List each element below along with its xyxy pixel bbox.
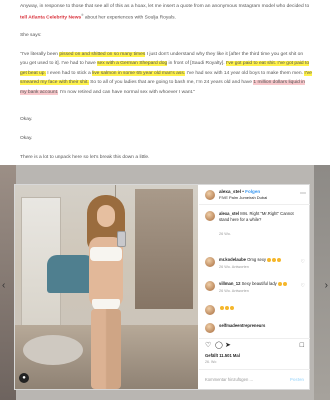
likes-count[interactable]: Gefällt 11.501 Mal [205, 353, 240, 358]
comment-icon[interactable]: ◯ [215, 342, 223, 350]
emoji-icon [282, 281, 287, 286]
post-photo[interactable]: ● [15, 185, 198, 389]
comment-meta: 26 Wo. [219, 232, 231, 236]
figure-top [90, 247, 122, 261]
comment-username[interactable]: alexa_stel [219, 211, 239, 216]
follow-button[interactable]: Folgen [245, 189, 260, 194]
photo-rug [23, 335, 83, 365]
bookmark-icon[interactable]: □ [300, 342, 304, 350]
emoji-icon [277, 281, 282, 286]
tag-person-icon[interactable]: ● [19, 373, 29, 383]
article-paragraph-okay-2: Okay. [20, 136, 33, 141]
chevron-right-icon[interactable]: › [325, 280, 328, 291]
quote-text: I'm now retired and can have normal sex … [58, 89, 196, 95]
avatar[interactable] [205, 190, 215, 200]
article-paragraph-unpack: There is a lot to unpack here so let's b… [20, 155, 150, 160]
avatar[interactable] [205, 305, 215, 315]
comments-list: alexa_stel Mrs. Right "Mr.Right" Cannot … [199, 207, 310, 337]
post-header: alexa_stel • Folgen FIVE Palm Jumeirah D… [199, 185, 310, 205]
figure-face [97, 205, 115, 227]
comment-username[interactable]: mr.kodelaube [219, 257, 246, 262]
comment-text: villman_12 Sexy beautiful lady [219, 281, 299, 287]
emoji-icon [272, 257, 277, 262]
article-paragraph-okay-1: Okay. [20, 117, 33, 122]
comment-heart-icon[interactable]: ♡ [301, 283, 305, 289]
emoji-icon [230, 305, 234, 310]
article-quote: "I've literally been pissed on and shitt… [20, 50, 312, 97]
comment-text [219, 305, 299, 311]
comment-username[interactable]: selfmadeentrepreneurs [219, 323, 265, 328]
article-paragraph-2: She says: [20, 33, 42, 38]
avatar[interactable] [205, 281, 215, 291]
add-comment-bar: Kommentar hinzufügen ... Posten [199, 369, 310, 389]
post-location[interactable]: FIVE Palm Jumeirah Dubai [219, 195, 267, 200]
highlighted-text: live salmon in some 65 year old man's as… [92, 70, 186, 76]
comment-text: selfmadeentrepreneurs [219, 323, 299, 329]
post-date: 26. Wo [205, 360, 217, 364]
comment-body: Omg sexy [247, 257, 267, 262]
chevron-left-icon[interactable]: ‹ [2, 280, 5, 291]
paragraph-text: Anyway, in response to those that see al… [20, 4, 310, 9]
figure-legs [91, 309, 121, 389]
comment-body: Sexy beautiful lady [241, 281, 277, 286]
avatar[interactable] [205, 257, 215, 267]
source-link[interactable]: tell Atlanta Celebrity News [20, 16, 81, 21]
comment-meta: 26 Wo. Antworten [219, 265, 249, 269]
heart-icon[interactable]: ♡ [205, 342, 211, 350]
quote-text: I even had to stick a [45, 70, 93, 76]
avatar[interactable] [205, 211, 215, 221]
photo-mirror [135, 189, 193, 309]
figure-phone [117, 231, 126, 247]
paragraph-text: about her experiences with Soulja Royals… [83, 16, 176, 22]
instagram-embed: ● alexa_stel • Folgen FIVE Palm Jumeirah… [14, 184, 310, 390]
quote-text: So to all of you ladies that are going t… [88, 80, 254, 86]
emoji-icon [225, 305, 229, 310]
more-icon[interactable]: ⋯ [300, 190, 306, 197]
post-comment-button[interactable]: Posten [290, 377, 304, 382]
avatar[interactable] [205, 323, 215, 333]
article-paragraph-1: Anyway, in response to those that see al… [20, 2, 312, 23]
photo-figure [75, 195, 139, 389]
emoji-icon [267, 257, 272, 262]
share-icon[interactable]: ➤ [225, 342, 231, 350]
comment-text: alexa_stel Mrs. Right "Mr.Right" Cannot … [219, 211, 299, 223]
highlighted-text: pissed on and shitted on so many times [59, 52, 146, 57]
emoji-icon [277, 257, 282, 262]
highlighted-text: sex with a German Shepard dog [97, 61, 168, 67]
comment-text: mr.kodelaube Omg sexy [219, 257, 299, 263]
comment-username[interactable]: villman_12 [219, 281, 240, 286]
post-username[interactable]: alexa_stel • Folgen [219, 189, 260, 194]
quote-text: I've had sex with 14 year old boys to ma… [185, 70, 305, 76]
quote-text: "I've literally been [20, 52, 60, 57]
post-actions: ♡ ◯ ➤ □ [199, 338, 310, 352]
comment-meta: 26 Wo. Antworten [219, 289, 249, 293]
post-sidebar: alexa_stel • Folgen FIVE Palm Jumeirah D… [199, 185, 310, 389]
comment-heart-icon[interactable]: ♡ [301, 259, 305, 265]
emoji-icon [220, 305, 224, 310]
quote-text: in front of [Saudi Royalty]. [167, 61, 226, 67]
comment-input[interactable]: Kommentar hinzufügen ... [205, 377, 253, 382]
username-text[interactable]: alexa_stel [219, 189, 241, 194]
